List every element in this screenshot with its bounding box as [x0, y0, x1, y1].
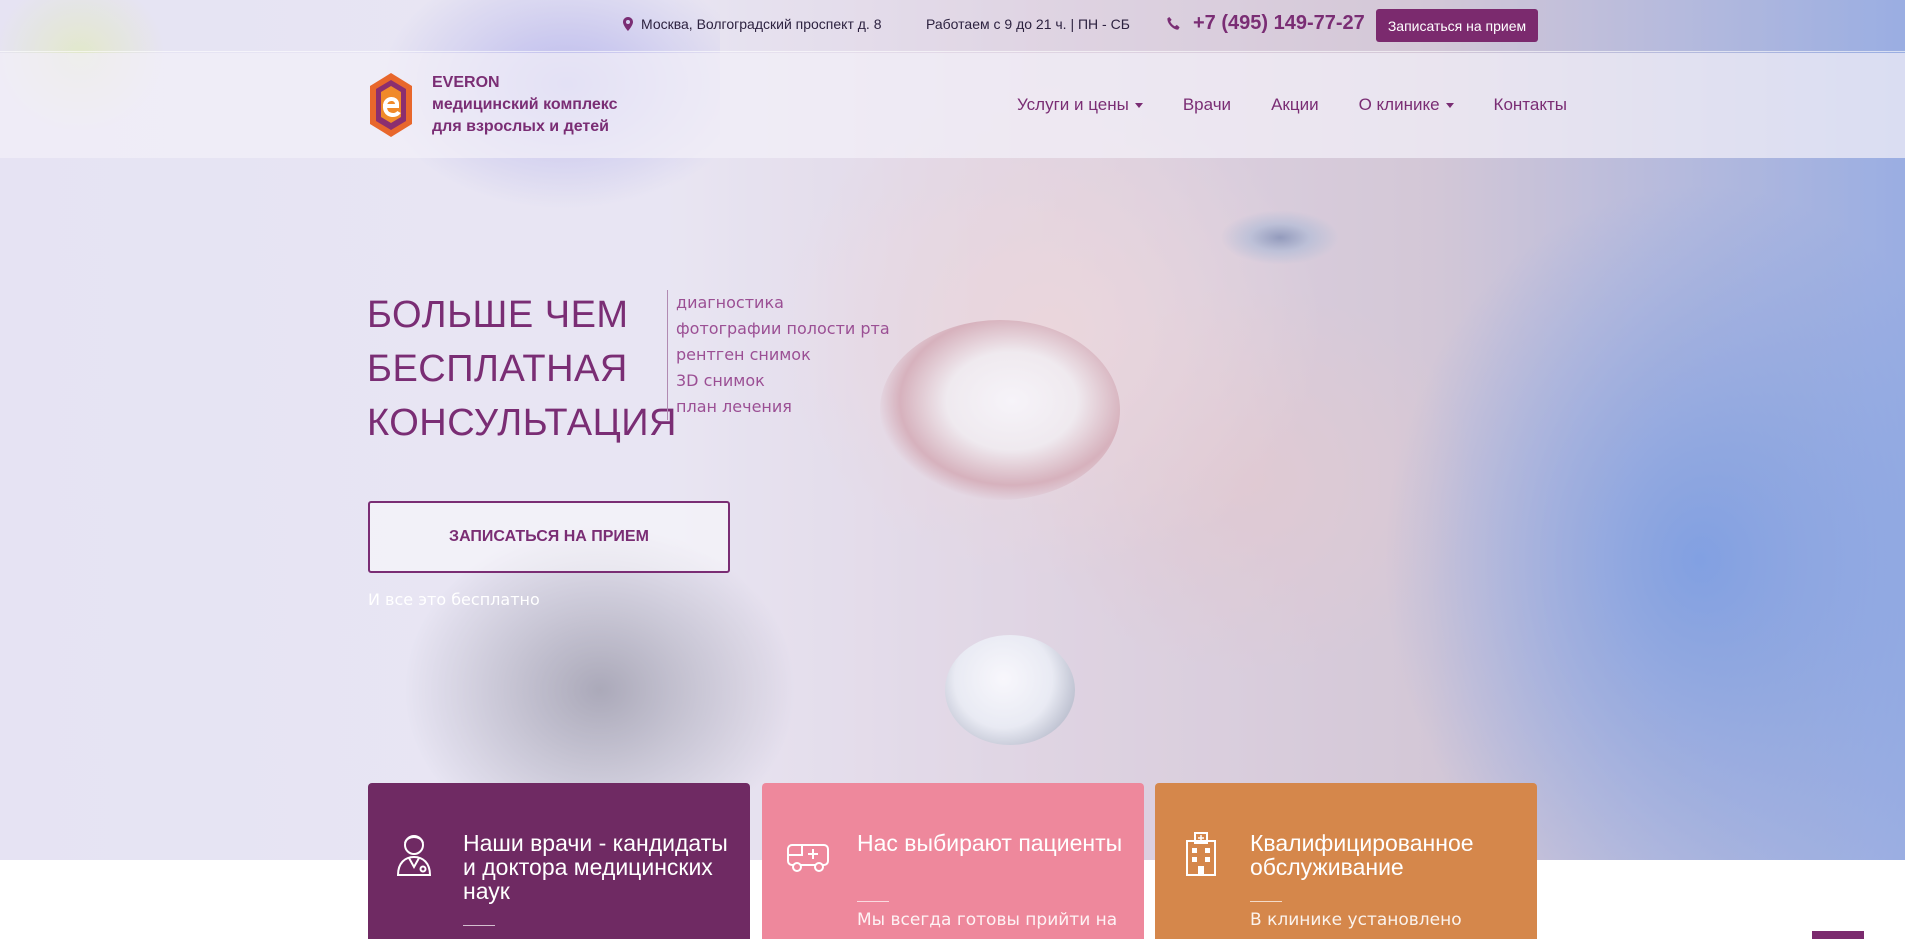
card-title: Наши врачи - кандидаты и доктора медицин…	[463, 830, 728, 904]
card-title: Квалифицированное обслуживание	[1250, 830, 1474, 880]
logo-line-3: для взрослых и детей	[432, 118, 609, 135]
caret-down-icon	[1134, 102, 1143, 108]
caret-down-icon	[1445, 102, 1454, 108]
logo[interactable]: EVERON медицинский комплекс для взрослых…	[368, 71, 618, 139]
feature-item: 3D снимок	[676, 371, 765, 390]
working-hours: Работаем с 9 до 21 ч. | ПН - СБ	[926, 16, 1130, 32]
logo-line-2: медицинский комплекс	[432, 96, 618, 113]
card-description: Мы всегда готовы прийти на	[857, 910, 1118, 930]
book-appointment-button[interactable]: Записаться на прием	[1376, 9, 1538, 42]
nav-about-label: О клинике	[1358, 95, 1440, 114]
hero-features-list: диагностика фотографии полости рта рентг…	[667, 290, 890, 420]
card-description: В клинике установлено	[1250, 910, 1462, 930]
map-pin-icon	[623, 17, 633, 31]
nav-promos[interactable]: Акции	[1271, 95, 1319, 115]
nav-services[interactable]: Услуги и цены	[1017, 95, 1143, 115]
feature-item: диагностика	[676, 293, 784, 312]
card-service[interactable]: Квалифицированное обслуживание В клинике…	[1155, 783, 1537, 939]
headline-line-2: БЕСПЛАТНАЯ	[367, 348, 628, 390]
scroll-to-top-button[interactable]	[1812, 931, 1864, 939]
main-navbar: EVERON медицинский комплекс для взрослых…	[0, 53, 1905, 158]
hero-note: И все это бесплатно	[368, 590, 540, 609]
headline-line-3: КОНСУЛЬТАЦИЯ	[367, 402, 677, 444]
card-separator	[463, 925, 495, 926]
card-patients[interactable]: Нас выбирают пациенты Мы всегда готовы п…	[762, 783, 1144, 939]
feature-item: фотографии полости рта	[676, 319, 890, 338]
phone[interactable]: +7 (495) 149-77-27	[1166, 12, 1365, 35]
phone-icon	[1167, 16, 1180, 30]
address-text: Москва, Волгоградский проспект д. 8	[641, 16, 882, 32]
logo-name: EVERON	[432, 74, 500, 91]
card-separator	[1250, 901, 1282, 902]
ambulance-icon	[787, 844, 829, 872]
headline-line-1: БОЛЬШЕ ЧЕМ	[367, 294, 629, 336]
feature-item: план лечения	[676, 397, 792, 416]
phone-number[interactable]: +7 (495) 149-77-27	[1193, 12, 1365, 35]
hero-headline: БОЛЬШЕ ЧЕМ БЕСПЛАТНАЯ КОНСУЛЬТАЦИЯ	[367, 288, 677, 450]
main-nav: Услуги и цены Врачи Акции О клинике Конт…	[1017, 95, 1567, 115]
card-separator	[857, 901, 889, 902]
nav-services-label: Услуги и цены	[1017, 95, 1129, 114]
address: Москва, Волгоградский проспект д. 8	[623, 16, 882, 32]
top-bar: Москва, Волгоградский проспект д. 8 Рабо…	[0, 0, 1905, 52]
logo-text: EVERON медицинский комплекс для взрослых…	[432, 72, 618, 138]
everon-logo-icon	[370, 73, 412, 137]
nav-about[interactable]: О клинике	[1359, 95, 1454, 115]
doctor-icon	[396, 835, 432, 876]
nav-contacts[interactable]: Контакты	[1494, 95, 1567, 115]
nav-doctors[interactable]: Врачи	[1183, 95, 1231, 115]
card-title: Нас выбирают пациенты	[857, 830, 1123, 856]
hospital-icon	[1186, 832, 1216, 876]
feature-item: рентген снимок	[676, 345, 811, 364]
hero-book-button[interactable]: ЗАПИСАТЬСЯ НА ПРИЕМ	[368, 501, 730, 573]
card-doctors[interactable]: Наши врачи - кандидаты и доктора медицин…	[368, 783, 750, 939]
